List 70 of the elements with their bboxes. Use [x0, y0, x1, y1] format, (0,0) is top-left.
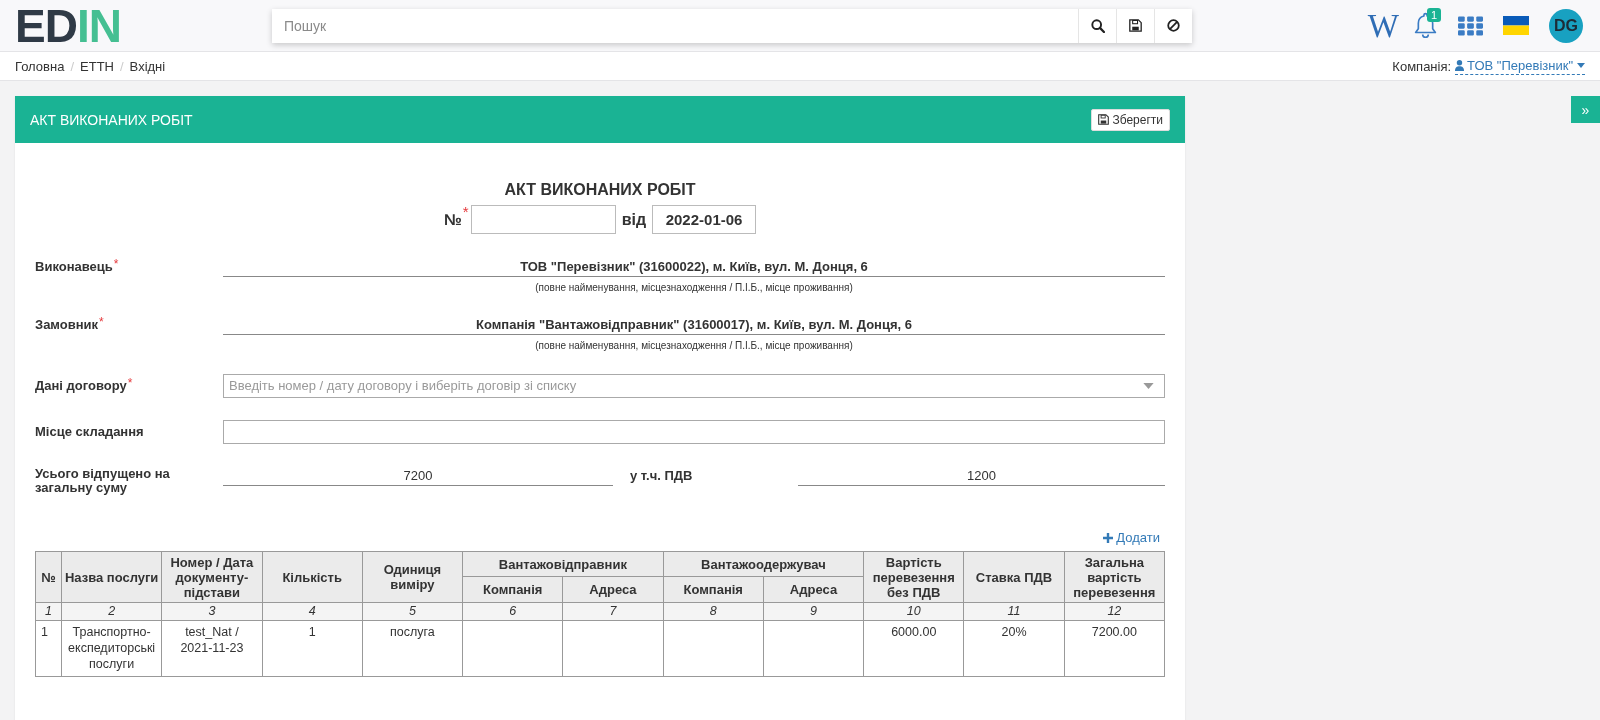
plus-icon — [1103, 533, 1114, 543]
column-header: Назва послуги — [61, 551, 162, 603]
field-label: Дані договору — [35, 377, 127, 395]
card-title: АКТ ВИКОНАНИХ РОБІТ — [30, 111, 193, 128]
column-header: Вантажовідправник — [462, 551, 664, 577]
column-header: Адреса — [562, 576, 664, 603]
vat-amount-field: 1200 — [798, 467, 1165, 486]
field-value: Компанія "Вантажовідправник" (31600017), м. Київ, вул. М. Донця, 6 — [223, 316, 1165, 335]
table-cell: 20% — [963, 620, 1065, 677]
caret-icon — [1143, 383, 1154, 389]
total-amount-field: 7200 — [223, 467, 613, 486]
number-input[interactable] — [470, 205, 616, 234]
bell-icon[interactable] — [1413, 12, 1438, 39]
table-cell: 1 — [262, 620, 363, 677]
column-header: Компанія — [663, 576, 764, 603]
field-label: Усього відпущено на загальну суму — [35, 467, 171, 495]
field-label: Замовник — [35, 316, 99, 334]
caret-icon — [1577, 63, 1585, 68]
column-header: Вартість перевезення без ПДВ — [863, 551, 964, 603]
table-cell: 6000.00 — [863, 620, 964, 677]
breadcrumb-separator: / — [69, 58, 76, 74]
column-header: Кількість — [262, 551, 363, 603]
column-header: Вантажоодержувач — [663, 551, 864, 577]
company-label: Компанія: — [1392, 58, 1452, 74]
required-mark: * — [99, 316, 104, 328]
column-header: Адреса — [763, 576, 864, 603]
field-label: у т.ч. ПДВ — [630, 467, 694, 485]
column-header: № — [35, 551, 62, 603]
input-field[interactable] — [223, 420, 1165, 444]
notification-badge: 1 — [1427, 8, 1442, 22]
breadcrumb-link[interactable]: Вхідні — [129, 58, 166, 74]
apps-grid-icon[interactable] — [1458, 15, 1483, 36]
save-button[interactable]: Зберегти — [1091, 108, 1170, 131]
field-label: Місце складання — [35, 423, 144, 441]
date-field[interactable]: 2022-01-06 — [652, 205, 757, 234]
add-link[interactable]: Додати — [1103, 530, 1160, 546]
field-label: Виконавець — [35, 258, 113, 276]
number-label: № — [443, 210, 462, 229]
clear-button[interactable] — [1154, 8, 1192, 43]
column-header: Номер / Дата документу-підстави — [161, 551, 263, 603]
ban-icon — [1167, 19, 1180, 32]
company-dropdown[interactable]: ТОВ "Перевізник" — [1455, 57, 1585, 75]
person-icon — [1455, 60, 1465, 71]
column-header: Одиниця виміру — [362, 551, 463, 603]
breadcrumb-link[interactable]: ЕТТН — [80, 58, 114, 74]
required-mark: * — [127, 377, 133, 389]
required-mark: * — [113, 258, 119, 270]
logo[interactable]: EDIN — [15, 7, 121, 44]
user-avatar[interactable]: DG — [1549, 8, 1583, 43]
document-title: АКТ ВИКОНАНИХ РОБІТ — [504, 180, 696, 200]
required-mark: * — [462, 205, 469, 219]
column-header: Загальна вартість перевезення — [1064, 551, 1165, 603]
field-value: ТОВ "Перевізник" (31600022), м. Київ, вул. М. Донця, 6 — [223, 258, 1165, 277]
table-cell: 1 — [35, 620, 62, 677]
wiki-button[interactable]: W — [1367, 13, 1399, 38]
field-hint: (повне найменування, місцезнаходження / П.І.Б., місце проживання) — [535, 339, 853, 352]
table-cell: послуга — [362, 620, 463, 677]
field-hint: (повне найменування, місцезнаходження / П.І.Б., місце проживання) — [535, 281, 853, 294]
column-header: Компанія — [462, 576, 563, 603]
column-header: Ставка ПДВ — [963, 551, 1065, 603]
breadcrumb-separator: / — [119, 58, 125, 74]
table-cell: 7200.00 — [1064, 620, 1165, 677]
save-search-button[interactable] — [1116, 8, 1154, 43]
date-label: від — [621, 210, 647, 229]
table-cell: Транспортно-експедиторські послуги — [61, 620, 162, 677]
search-icon — [1090, 18, 1105, 33]
breadcrumb-link[interactable]: Головна — [15, 58, 65, 74]
flag-icon[interactable] — [1503, 16, 1529, 35]
search-button[interactable] — [1078, 8, 1116, 43]
table-cell: test_Nat / 2021-11-23 — [161, 620, 263, 677]
